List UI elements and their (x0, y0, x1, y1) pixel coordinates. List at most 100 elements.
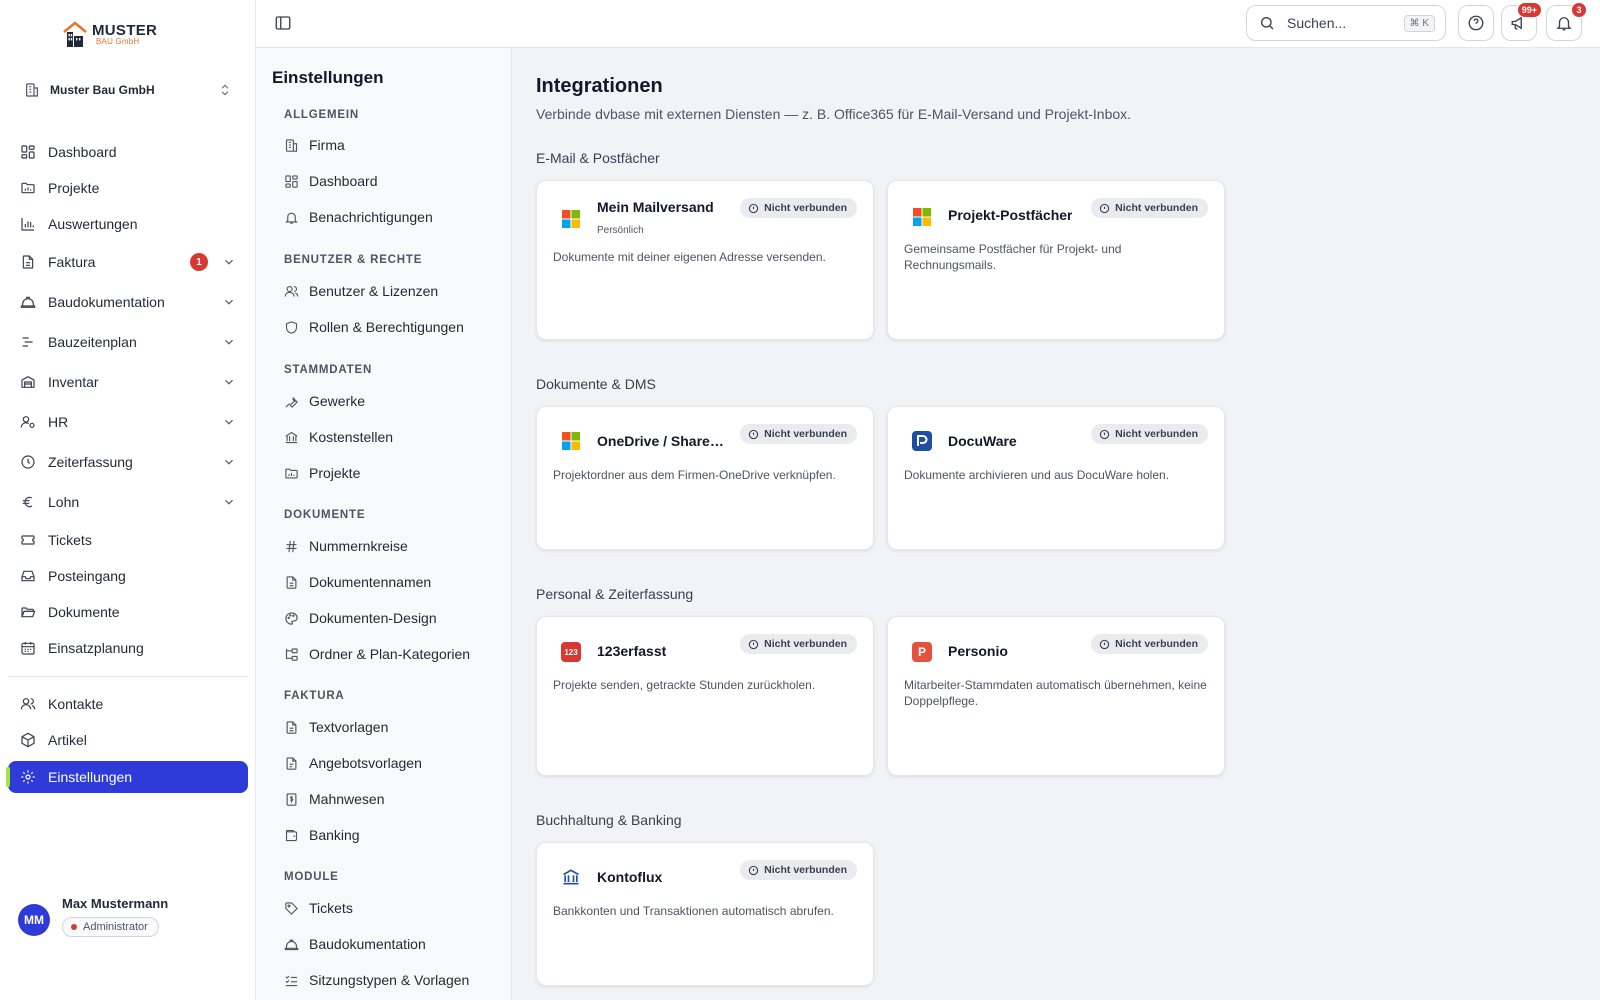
folder-tree-icon (285, 647, 298, 661)
nav-label: Dashboard (48, 144, 117, 160)
section-title-dms: Dokumente & DMS (536, 376, 656, 392)
help-button[interactable] (1458, 5, 1494, 41)
notifications-button[interactable]: 3 (1546, 2, 1587, 41)
calendar-icon (21, 642, 35, 655)
settings-group-dokumente: Dokumente (284, 509, 366, 521)
nav-item-einsatzplanung[interactable]: Einsatzplanung (8, 632, 248, 664)
nav-label: Projekte (48, 180, 100, 196)
chevron-down-icon (225, 339, 233, 345)
logo-subline: BAU GmbH (96, 36, 140, 46)
list-checks-icon (285, 975, 298, 986)
integration-card-docuware[interactable]: DocuWare Nicht verbunden Dokumente archi… (887, 406, 1225, 550)
nav-item-posteingang[interactable]: Posteingang (8, 560, 248, 592)
integration-card-projekt-postfaecher[interactable]: Projekt-Postfächer Nicht verbunden Gemei… (887, 180, 1225, 340)
settings-item-mahnwesen[interactable]: Mahnwesen (276, 784, 496, 814)
announcements-button[interactable]: 99+ (1501, 2, 1542, 41)
nav-item-artikel[interactable]: Artikel (8, 724, 248, 756)
settings-group-allgemein: Allgemein (284, 109, 359, 121)
settings-item-dokumenten-design[interactable]: Dokumenten-Design (276, 603, 496, 633)
settings-item-banking[interactable]: Banking (276, 820, 496, 850)
integration-card-personio[interactable]: P Personio Nicht verbunden Mitarbeiter-S… (887, 616, 1225, 776)
nav-item-projekte[interactable]: Projekte (8, 172, 248, 204)
settings-nav: Einstellungen Allgemein Firma Dashboard … (256, 48, 512, 1000)
wrench-icon (285, 396, 298, 408)
nav-label: Tickets (48, 532, 92, 548)
section-title-personal: Personal & Zeiterfassung (536, 586, 694, 602)
company-switcher[interactable]: Muster Bau GmbH (24, 78, 232, 102)
page-subtitle: Verbinde dvbase mit externen Diensten — … (536, 106, 1132, 122)
settings-item-kostenstellen[interactable]: Kostenstellen (276, 422, 496, 452)
main-sidebar: MUSTER BAU GmbH Muster Bau GmbH Dashboar… (0, 0, 256, 1000)
user-profile[interactable]: MM Max Mustermann Administrator (18, 896, 168, 937)
primary-nav-zeiterfassung-wrap: Zeiterfassung (8, 446, 248, 478)
hash-icon (286, 540, 297, 552)
integration-card-123erfasst[interactable]: 123 123erfasst Nicht verbunden Projekte … (536, 616, 874, 776)
company-logo[interactable]: MUSTER BAU GmbH (62, 20, 157, 48)
chevrons-up-down-icon (221, 84, 229, 96)
settings-item-dokumentennamen[interactable]: Dokumentennamen (276, 567, 496, 597)
settings-item-nummernkreise[interactable]: Nummernkreise (276, 531, 496, 561)
settings-item-angebotsvorlagen[interactable]: Angebotsvorlagen (276, 748, 496, 778)
microsoft-logo-icon (913, 208, 931, 226)
nav-item-auswertungen[interactable]: Auswertungen (8, 208, 248, 240)
nav-item-faktura[interactable]: Faktura 1 (8, 246, 248, 278)
nav-item-hr[interactable]: HR (8, 406, 248, 438)
settings-item-tickets[interactable]: Tickets (276, 893, 496, 923)
settings-item-dashboard[interactable]: Dashboard (276, 166, 496, 196)
chevron-down-icon (225, 499, 233, 505)
folder-chart-icon (285, 468, 298, 478)
connection-status-badge[interactable]: Nicht verbunden (740, 634, 857, 654)
global-search[interactable]: Suchen... ⌘ K (1246, 5, 1446, 41)
nav-item-lohn[interactable]: Lohn (8, 486, 248, 518)
settings-item-benutzer-lizenzen[interactable]: Benutzer & Lizenzen (276, 276, 496, 306)
sidebar-toggle-button[interactable] (274, 14, 294, 34)
nav-item-einstellungen[interactable]: Einstellungen (6, 761, 248, 793)
settings-item-gewerke[interactable]: Gewerke (276, 386, 496, 416)
gear-icon (21, 770, 35, 784)
settings-item-projekte[interactable]: Projekte (276, 458, 496, 488)
nav-item-zeiterfassung[interactable]: Zeiterfassung (8, 446, 248, 478)
connection-status-badge[interactable]: Nicht verbunden (1091, 198, 1208, 218)
settings-item-ordner-plan-kategorien[interactable]: Ordner & Plan-Kategorien (276, 639, 496, 669)
connection-status-badge[interactable]: Nicht verbunden (1091, 424, 1208, 444)
settings-item-benachrichtigungen[interactable]: Benachrichtigungen (276, 202, 496, 232)
nav-item-inventar[interactable]: Inventar (8, 366, 248, 398)
role-label: Administrator (83, 921, 148, 933)
integration-card-mailversand[interactable]: Mein Mailversand Persönlich Nicht verbun… (536, 180, 874, 340)
primary-nav-artikel-wrap: Artikel (8, 724, 248, 756)
settings-group-module: Module (284, 871, 339, 883)
settings-item-textvorlagen[interactable]: Textvorlagen (276, 712, 496, 742)
nav-divider (8, 676, 248, 677)
ticket-icon (21, 535, 35, 545)
status-label: Nicht verbunden (764, 864, 847, 876)
settings-item-label: Kostenstellen (309, 429, 394, 445)
bank-icon (563, 869, 579, 885)
settings-item-sitzungstypen-vorlagen[interactable]: Sitzungstypen & Vorlagen (276, 965, 496, 995)
nav-item-kontakte[interactable]: Kontakte (8, 688, 248, 720)
connection-status-badge[interactable]: Nicht verbunden (1091, 634, 1208, 654)
nav-label: Einstellungen (48, 769, 133, 785)
package-icon (21, 732, 35, 748)
settings-item-firma[interactable]: Firma (276, 130, 496, 160)
nav-item-dokumente[interactable]: Dokumente (8, 596, 248, 628)
euro-icon (22, 496, 33, 508)
role-dot-icon (71, 924, 77, 930)
connection-status-badge[interactable]: Nicht verbunden (740, 198, 857, 218)
company-name: Muster Bau GmbH (50, 83, 155, 97)
connection-status-badge[interactable]: Nicht verbunden (740, 860, 857, 880)
file-text-icon (22, 255, 34, 269)
settings-item-rollen-berechtigungen[interactable]: Rollen & Berechtigungen (276, 312, 496, 342)
tag-icon (285, 901, 298, 915)
nav-item-baudokumentation[interactable]: Baudokumentation (8, 286, 248, 318)
building-icon (26, 83, 38, 97)
chevron-down-icon (225, 459, 233, 465)
integration-card-kontoflux[interactable]: Kontoflux Nicht verbunden Bankkonten und… (536, 842, 874, 986)
primary-nav-posteingang-wrap: Posteingang (8, 560, 248, 592)
connection-status-badge[interactable]: Nicht verbunden (740, 424, 857, 444)
integration-card-onedrive[interactable]: OneDrive / SharePoint Nicht verbunden Pr… (536, 406, 874, 550)
settings-item-baudokumentation[interactable]: Baudokumentation (276, 929, 496, 959)
file-text-icon (286, 720, 297, 734)
nav-item-dashboard[interactable]: Dashboard (8, 136, 248, 168)
nav-item-bauzeitenplan[interactable]: Bauzeitenplan (8, 326, 248, 358)
nav-item-tickets[interactable]: Tickets (8, 524, 248, 556)
